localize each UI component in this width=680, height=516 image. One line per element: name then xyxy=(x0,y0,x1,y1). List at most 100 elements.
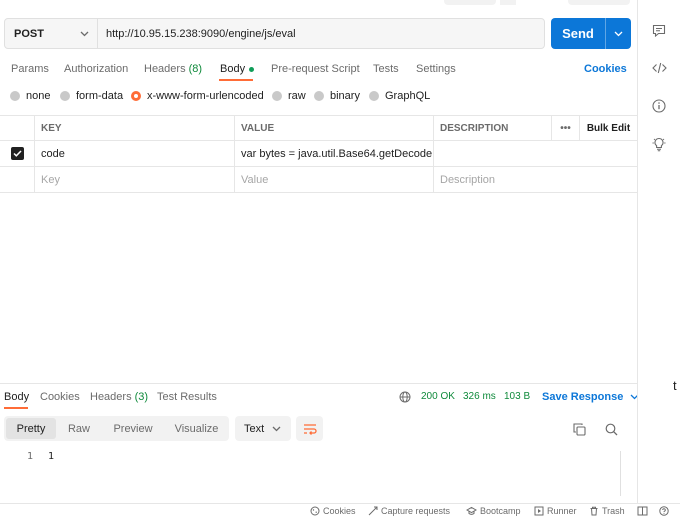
save-response-label: Save Response xyxy=(542,391,624,403)
send-button-label: Send xyxy=(562,26,594,41)
radio-circle xyxy=(10,91,20,101)
top-toolbar-cutoff xyxy=(0,0,637,10)
cookie-icon xyxy=(310,506,320,516)
view-visualize-button[interactable]: Visualize xyxy=(166,418,227,439)
tab-tests[interactable]: Tests xyxy=(373,63,399,75)
tab-headers-label: Headers xyxy=(144,63,186,75)
wrap-lines-button[interactable] xyxy=(296,416,323,441)
response-time[interactable]: 326 ms xyxy=(463,391,496,402)
stray-text-fragment: t xyxy=(673,378,677,393)
chevron-down-icon xyxy=(80,28,89,40)
status-runner[interactable]: Runner xyxy=(534,506,577,516)
key-cell[interactable]: code xyxy=(34,141,234,166)
radio-raw[interactable]: raw xyxy=(272,90,306,102)
radio-binary[interactable]: binary xyxy=(314,90,360,102)
table-row-empty: Key Value Description xyxy=(0,167,637,193)
wrap-icon xyxy=(303,423,317,435)
request-tabs: Params Authorization Headers (8) Body Pr… xyxy=(0,60,637,81)
status-capture-label: Capture requests xyxy=(381,506,451,516)
toolbar-button-cutoff[interactable] xyxy=(500,0,516,5)
response-tab-body[interactable]: Body xyxy=(4,391,29,403)
body-indicator-dot xyxy=(249,66,255,72)
more-options-button[interactable]: ••• xyxy=(551,116,579,140)
radio-circle xyxy=(369,91,379,101)
response-view-group: Pretty Raw Preview Visualize xyxy=(4,416,229,441)
radio-urlencoded[interactable]: x-www-form-urlencoded xyxy=(131,90,264,102)
column-header-key: KEY xyxy=(34,116,234,140)
row-checkbox-cell xyxy=(0,141,34,166)
format-label: Text xyxy=(244,422,265,435)
toolbar-button-cutoff[interactable] xyxy=(568,0,630,5)
status-cookies[interactable]: Cookies xyxy=(310,506,356,516)
status-code[interactable]: 200 OK xyxy=(421,391,455,402)
row-checkbox[interactable] xyxy=(10,147,24,160)
code-icon[interactable] xyxy=(650,59,668,77)
cookies-link[interactable]: Cookies xyxy=(584,63,627,75)
radio-graphql-label: GraphQL xyxy=(385,90,431,102)
bootcamp-icon xyxy=(466,506,477,515)
status-bootcamp-label: Bootcamp xyxy=(480,506,521,516)
response-code-line[interactable]: 1 xyxy=(48,451,54,462)
url-input[interactable]: http://10.95.15.238:9090/engine/js/eval xyxy=(98,19,544,48)
bulk-edit-button[interactable]: Bulk Edit xyxy=(579,116,637,140)
view-preview-button[interactable]: Preview xyxy=(104,418,162,439)
tab-pre-request-script[interactable]: Pre-request Script xyxy=(271,63,360,75)
radio-circle xyxy=(272,91,282,101)
save-response-button[interactable]: Save Response xyxy=(542,391,639,403)
status-trash[interactable]: Trash xyxy=(589,506,625,516)
send-options-chevron-icon[interactable] xyxy=(606,31,631,37)
response-divider[interactable] xyxy=(0,383,637,384)
description-placeholder[interactable]: Description xyxy=(433,167,637,192)
tab-body[interactable]: Body xyxy=(220,63,255,75)
status-bootcamp[interactable]: Bootcamp xyxy=(466,506,521,516)
tab-settings[interactable]: Settings xyxy=(416,63,456,75)
view-raw-button[interactable]: Raw xyxy=(58,418,100,439)
value-placeholder[interactable]: Value xyxy=(234,167,433,192)
radio-circle-selected xyxy=(131,91,141,101)
radio-none-label: none xyxy=(26,90,51,102)
description-cell[interactable] xyxy=(433,141,637,166)
method-select[interactable]: POST xyxy=(5,19,98,48)
status-capture[interactable]: Capture requests xyxy=(368,506,450,516)
response-tab-cookies[interactable]: Cookies xyxy=(40,391,80,403)
toolbar-button-cutoff[interactable] xyxy=(444,0,496,5)
info-icon[interactable] xyxy=(650,97,668,115)
response-size[interactable]: 103 B xyxy=(504,391,530,402)
lightbulb-icon[interactable] xyxy=(650,135,668,153)
headers-count: (8) xyxy=(188,63,203,75)
response-headers-label: Headers xyxy=(90,391,132,403)
send-button[interactable]: Send xyxy=(551,18,631,49)
response-scrollbar[interactable] xyxy=(620,451,621,496)
layout-icon[interactable] xyxy=(637,506,651,516)
empty-checkbox-cell xyxy=(0,167,34,192)
comment-icon[interactable] xyxy=(650,21,668,39)
tab-params[interactable]: Params xyxy=(11,63,49,75)
status-trash-label: Trash xyxy=(602,506,625,516)
globe-icon[interactable] xyxy=(399,391,411,406)
radio-form-data[interactable]: form-data xyxy=(60,90,123,102)
runner-icon xyxy=(534,506,544,516)
radio-graphql[interactable]: GraphQL xyxy=(369,90,430,102)
body-type-radios: none form-data x-www-form-urlencoded raw… xyxy=(0,90,637,106)
response-tab-headers[interactable]: Headers (3) xyxy=(90,391,148,403)
chevron-down-icon xyxy=(272,426,281,431)
method-label: POST xyxy=(14,27,44,40)
tab-headers[interactable]: Headers (8) xyxy=(144,63,202,75)
response-tab-test-results[interactable]: Test Results xyxy=(157,391,217,403)
radio-raw-label: raw xyxy=(288,90,306,102)
tab-authorization[interactable]: Authorization xyxy=(64,63,128,75)
table-row: code var bytes = java.util.Base64.getDec… xyxy=(0,141,637,167)
response-active-underline xyxy=(4,407,28,409)
format-select[interactable]: Text xyxy=(235,416,291,441)
value-cell[interactable]: var bytes = java.util.Base64.getDecode… xyxy=(234,141,433,166)
radio-binary-label: binary xyxy=(330,90,360,102)
key-placeholder[interactable]: Key xyxy=(34,167,234,192)
radio-circle xyxy=(60,91,70,101)
help-icon[interactable] xyxy=(659,506,672,516)
view-pretty-button[interactable]: Pretty xyxy=(6,418,56,439)
radio-none[interactable]: none xyxy=(10,90,50,102)
search-icon[interactable] xyxy=(603,421,619,437)
copy-icon[interactable] xyxy=(571,421,587,437)
right-sidebar xyxy=(637,0,680,516)
table-header-row: KEY VALUE DESCRIPTION ••• Bulk Edit xyxy=(0,115,637,141)
